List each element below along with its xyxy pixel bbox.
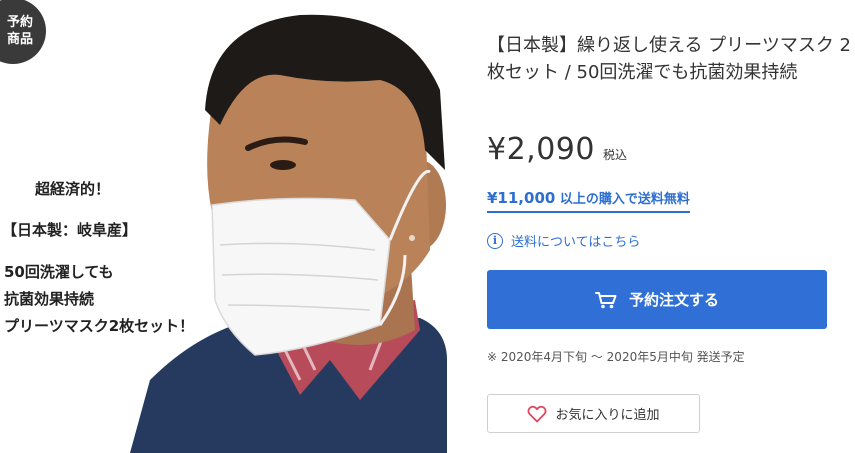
shipping-info-link[interactable]: i 送料についてはこちら	[487, 231, 640, 250]
image-caption-3: 50回洗濯しても	[4, 263, 114, 281]
shipping-info-label: 送料についてはこちら	[511, 235, 641, 250]
preorder-button-label: 予約注文する	[628, 291, 719, 309]
product-title: 【日本製】繰り返し使える プリーツマスク 2枚セット / 50回洗濯でも抗菌効果…	[487, 35, 851, 83]
cart-icon	[594, 291, 617, 309]
image-caption-2: 【日本製：岐阜産】	[2, 221, 138, 239]
badge-line-2: 商品	[6, 32, 33, 47]
image-caption-4: 抗菌効果持続	[4, 290, 95, 308]
preorder-button[interactable]: 予約注文する	[487, 270, 827, 329]
free-shipping-text: 以上の購入で送料無料	[559, 192, 690, 207]
image-caption-5: プリーツマスク2枚セット！	[4, 317, 195, 335]
free-shipping-link[interactable]: ¥11,000 以上の購入で送料無料	[487, 188, 690, 213]
add-to-favorites-button[interactable]: お気に入りに追加	[487, 394, 700, 433]
image-caption-1: 超経済的！	[35, 180, 111, 198]
favorite-button-label: お気に入りに追加	[555, 408, 660, 423]
tax-label: 税込	[602, 148, 627, 162]
product-image[interactable]: 予約 商品 超経済的！ 【日本製：岐阜産】 50回洗濯しても 抗菌効果持続 プリ…	[0, 0, 447, 453]
free-shipping-amount: ¥11,000	[487, 189, 556, 207]
price-row: ¥2,090 税込	[487, 132, 627, 167]
badge-line-1: 予約	[6, 15, 33, 30]
heart-outline-icon	[527, 405, 547, 423]
release-note: ※ 2020年4月下旬 〜 2020年5月中旬 発送予定	[487, 350, 745, 364]
product-price: ¥2,090	[487, 132, 595, 167]
info-circle-icon: i	[487, 232, 503, 249]
